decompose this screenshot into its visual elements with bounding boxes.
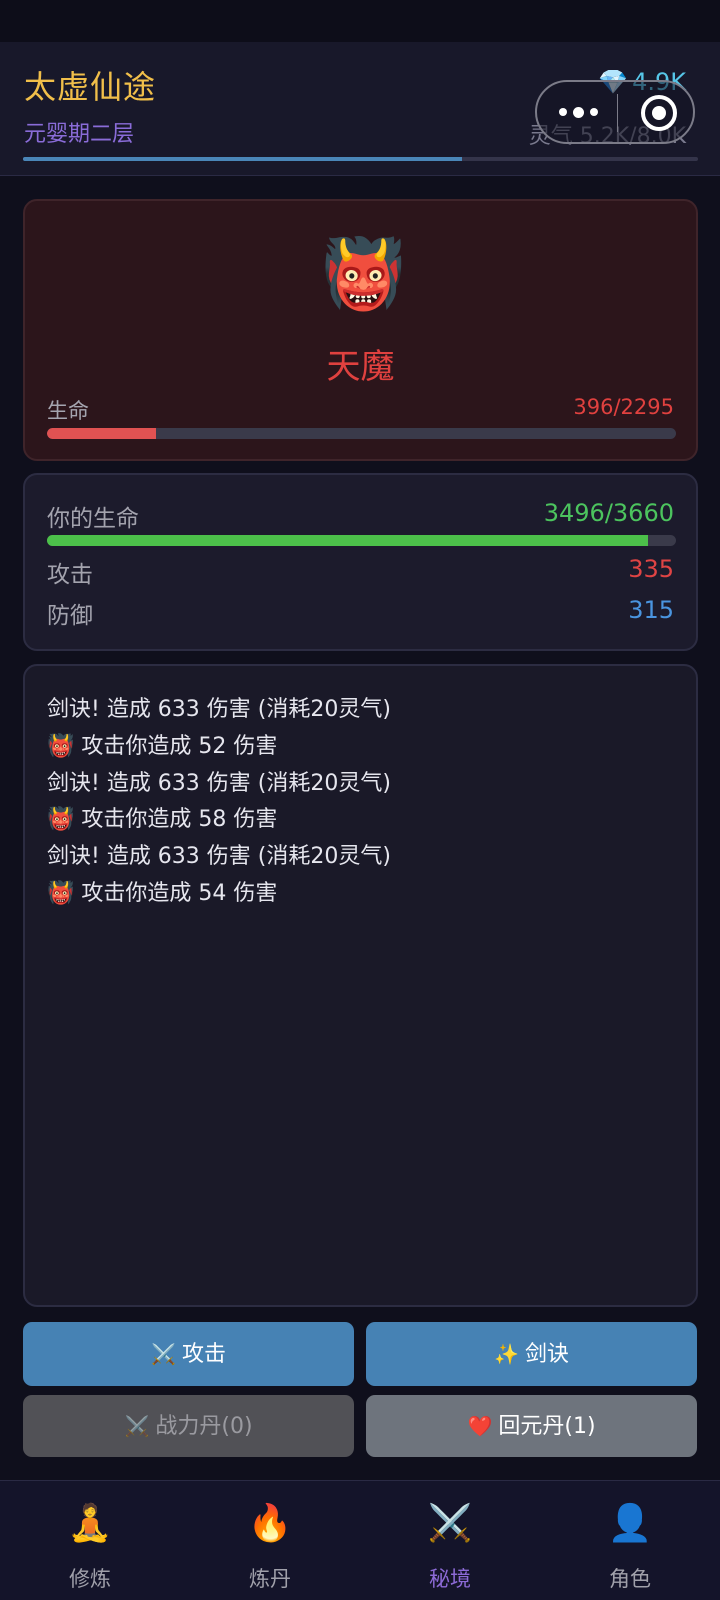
enemy-hp-label: 生命 [47,399,89,423]
enemy-hp-value: 396/2295 [573,395,674,419]
cultivation-realm: 元婴期二层 [24,122,135,147]
enemy-hp-bar [47,428,676,439]
app-title: 太虚仙途 [24,68,157,106]
enemy-card: 👹 天魔 生命 396/2295 [23,199,698,461]
close-miniprogram-icon[interactable] [641,95,677,131]
enemy-hp-fill [47,428,156,439]
log-entry: 剑诀! 造成 633 伤害 (消耗20灵气) [47,844,391,870]
nav-tab-label: 修炼 [69,1567,111,1591]
capsule-divider [617,94,618,132]
fire-icon: 🔥 [247,1503,293,1544]
player-hp-fill [47,535,648,546]
heart-icon: ❤️ [467,1414,493,1438]
bottom-navigation: 🧘 修炼 🔥 炼丹 ⚔️ 秘境 👤 角色 [0,1480,720,1600]
power-pill-button[interactable]: ⚔️ 战力丹(0) [23,1395,354,1457]
log-entry: 剑诀! 造成 633 伤害 (消耗20灵气) [47,770,391,796]
player-stats-card: 你的生命 3496/3660 攻击 335 防御 315 [23,473,698,651]
battle-log[interactable]: 剑诀! 造成 633 伤害 (消耗20灵气) 👹 攻击你造成 52 伤害 剑诀!… [23,664,698,1307]
demon-icon: 👹 [321,235,406,314]
more-menu-icon[interactable] [559,107,598,118]
nav-tab-character[interactable]: 👤 角色 [540,1481,720,1600]
player-hp-bar [47,535,676,546]
nav-tab-cultivate[interactable]: 🧘 修炼 [0,1481,180,1600]
qi-progress-bar [23,157,698,161]
log-entry: 👹 攻击你造成 54 伤害 [47,880,278,906]
player-hp-value: 3496/3660 [543,499,674,527]
log-entry: 👹 攻击你造成 52 伤害 [47,733,278,759]
nav-tab-alchemy[interactable]: 🔥 炼丹 [180,1481,360,1600]
recovery-pill-button[interactable]: ❤️ 回元丹(1) [366,1395,697,1457]
log-entry: 剑诀! 造成 633 伤害 (消耗20灵气) [47,697,391,722]
sparkles-icon: ✨ [494,1342,519,1366]
nav-tab-secret-realm[interactable]: ⚔️ 秘境 [360,1481,540,1600]
sword-art-button[interactable]: ✨ 剑诀 [366,1322,697,1386]
app-header: 太虚仙途 元婴期二层 💎4.9K 灵气 5.2K/8.0K [0,42,720,176]
attack-stat-label: 攻击 [47,562,93,588]
nav-tab-label: 秘境 [429,1567,471,1591]
nav-tab-label: 炼丹 [249,1567,291,1591]
enemy-name: 天魔 [326,347,395,387]
crossed-swords-icon: ⚔️ [124,1414,150,1438]
attack-button-label: 攻击 [181,1342,226,1367]
defense-stat-label: 防御 [47,603,93,629]
crossed-swords-icon: ⚔️ [151,1342,176,1366]
log-entry: 👹 攻击你造成 58 伤害 [47,807,278,833]
qi-progress-fill [23,157,462,161]
sword-art-button-label: 剑诀 [524,1342,569,1367]
attack-button[interactable]: ⚔️ 攻击 [23,1322,354,1386]
miniprogram-capsule [535,80,695,144]
player-hp-label: 你的生命 [47,506,139,532]
user-icon: 👤 [607,1503,653,1544]
recovery-pill-button-label: 回元丹(1) [498,1414,596,1439]
defense-stat-value: 315 [628,596,674,624]
battle-log-list: 剑诀! 造成 633 伤害 (消耗20灵气) 👹 攻击你造成 52 伤害 剑诀!… [47,692,391,913]
power-pill-button-label: 战力丹(0) [155,1414,253,1439]
crossed-swords-icon: ⚔️ [427,1503,473,1544]
attack-stat-value: 335 [628,555,674,583]
meditation-icon: 🧘 [67,1503,113,1544]
status-bar [0,0,720,42]
nav-tab-label: 角色 [609,1567,651,1591]
